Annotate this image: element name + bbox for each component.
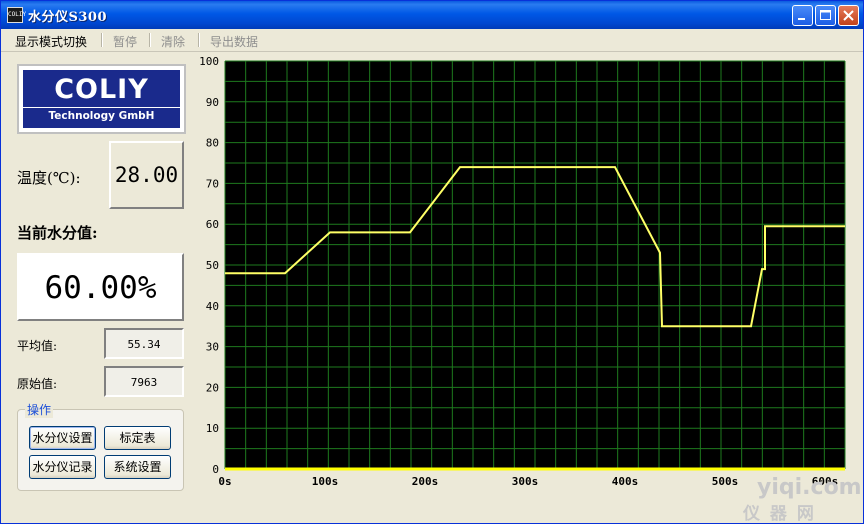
y-tick-label: 50 [206,259,219,272]
logo-tagline: Technology GmbH [48,110,155,122]
menu-export[interactable]: 导出数据 [210,33,258,50]
x-tick-label: 500s [712,475,739,488]
moisture-label: 当前水分值: [17,224,98,242]
maximize-icon [820,10,831,20]
temperature-label: 温度(℃): [17,169,81,187]
calibration-table-button[interactable]: 标定表 [104,426,171,450]
raw-value: 7963 [130,376,158,389]
logo-panel: COLIY Technology GmbH [23,70,180,128]
moisture-records-button[interactable]: 水分仪记录 [29,455,96,479]
moisture-chart: 01020304050607080901000s 100s 200s 300s 400s… [199,55,846,488]
minimize-icon [798,18,805,20]
raw-display: 7963 [104,366,184,397]
menu-pause[interactable]: 暂停 [113,33,137,50]
menu-display-mode[interactable]: 显示模式切换 [15,33,87,50]
company-logo: COLIY Technology GmbH [17,64,186,134]
y-tick-label: 60 [206,218,219,231]
average-label: 平均值: [17,339,58,353]
y-tick-label: 20 [206,381,219,394]
x-tick-label: 400s [612,475,639,488]
main-window: COLIY 水分仪S300 显示模式切换 暂停 清除 导出数据 COLIY Te… [0,0,864,524]
moisture-display: 60.00% [17,253,184,321]
logo-divider [23,107,180,108]
moisture-settings-button[interactable]: 水分仪设置 [29,426,96,450]
window-title: 水分仪S300 [28,10,108,25]
menu-clear[interactable]: 清除 [161,33,185,50]
menu-separator [198,33,200,47]
menu-bar: 显示模式切换 暂停 清除 导出数据 [1,29,863,52]
menu-separator [101,33,103,47]
temperature-value: 28.00 [114,163,179,187]
average-value: 55.34 [127,338,161,351]
app-logo-icon: COLIY [7,7,26,23]
close-button[interactable] [838,5,859,26]
x-tick-label: 200s [412,475,439,488]
average-display: 55.34 [104,328,184,359]
title-bar[interactable]: COLIY 水分仪S300 [1,1,863,29]
watermark-subtext: 仪 器 网 [743,504,816,524]
watermark-text: yiqi.com [757,475,862,500]
menu-separator [149,33,151,47]
system-settings-button[interactable]: 系统设置 [104,455,171,479]
temperature-display: 28.00 [109,141,184,209]
raw-label: 原始值: [17,377,58,391]
minimize-button[interactable] [792,5,813,26]
close-icon [843,10,854,21]
maximize-button[interactable] [815,5,836,26]
x-tick-label: 0s [218,475,231,488]
logo-wordmark: COLIY [54,74,149,105]
y-tick-label: 80 [206,137,219,150]
y-tick-label: 100 [199,55,219,68]
x-tick-label: 300s [512,475,539,488]
y-tick-label: 30 [206,341,219,354]
operations-group-title: 操作 [25,401,54,418]
y-tick-label: 10 [206,422,219,435]
x-tick-label: 100s [312,475,339,488]
y-tick-label: 40 [206,300,219,313]
y-tick-label: 70 [206,177,219,190]
y-tick-label: 90 [206,96,219,109]
moisture-value: 60.00% [44,270,157,306]
